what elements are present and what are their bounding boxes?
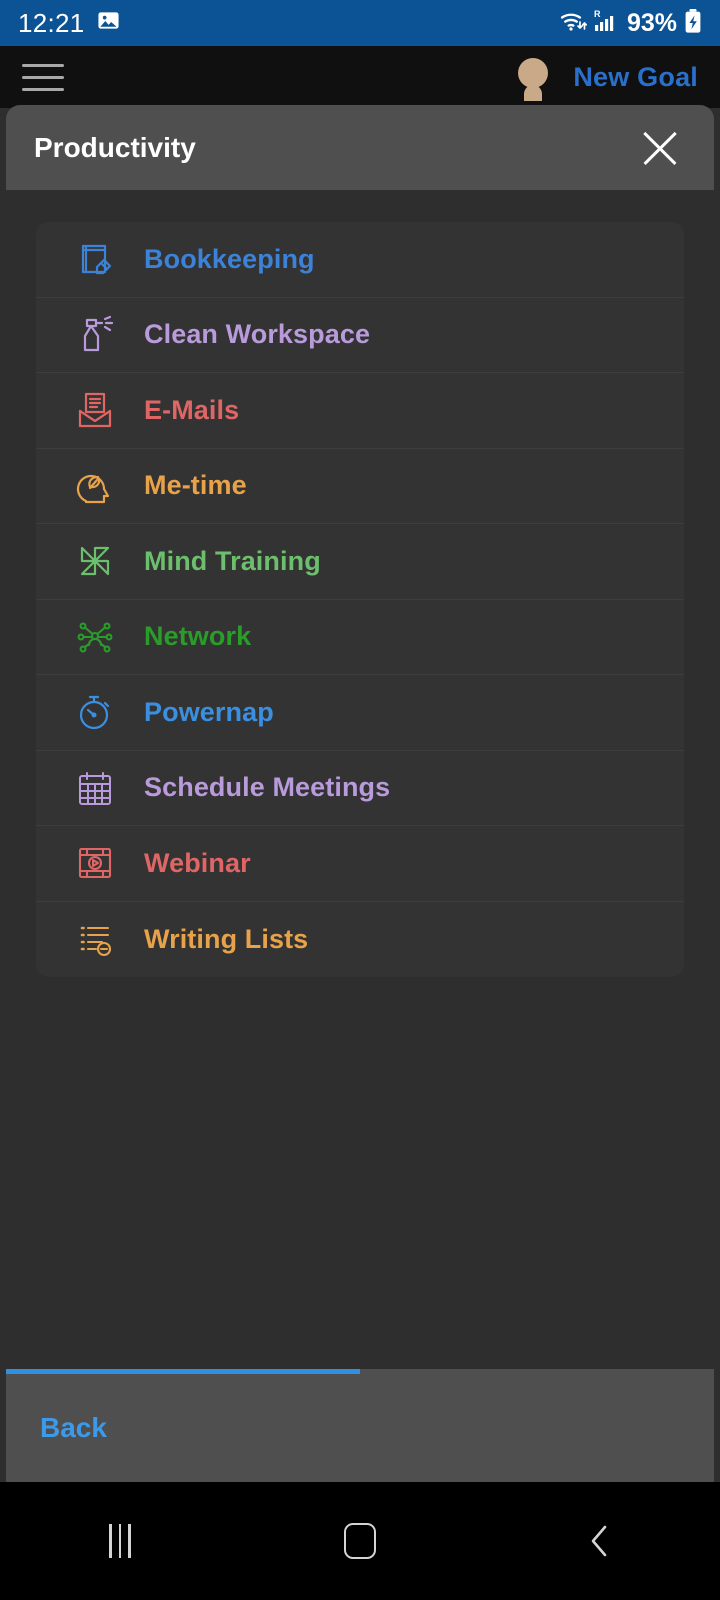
list-item-label: E-Mails [144,394,240,425]
pinwheel-icon [68,534,122,588]
back-icon[interactable] [480,1523,720,1559]
hamburger-line [22,75,64,79]
notebook-pencil-icon [68,232,122,286]
status-bar-left: 12:21 [18,8,120,39]
sheet-header: Productivity [6,105,714,190]
list-item[interactable]: Mind Training [36,524,684,600]
hamburger-line [22,87,64,91]
battery-charging-icon [684,8,702,39]
productivity-sheet: Productivity Bookkeeping Clean Workspace… [6,105,714,1482]
list-item-label: Mind Training [144,545,321,576]
list-item-label: Webinar [144,847,251,878]
stopwatch-icon [68,685,122,739]
user-avatar-icon[interactable] [511,53,555,101]
list-item[interactable]: Me-time [36,449,684,524]
battery-percent-label: 93% [626,8,677,37]
close-icon[interactable] [634,122,686,174]
envelope-letter-icon [68,383,122,437]
back-button[interactable]: Back [40,1412,107,1444]
status-bar: 12:21 R 93% [0,0,720,46]
recents-icon[interactable] [0,1524,240,1558]
sheet-footer: Back [6,1374,714,1482]
android-nav-bar [0,1482,720,1600]
recents-glyph [109,1524,131,1558]
list-item[interactable]: E-Mails [36,373,684,449]
calendar-icon [68,761,122,815]
writing-list-icon [68,912,122,966]
recents-line [118,1524,122,1558]
home-icon[interactable] [240,1523,480,1559]
spray-bottle-icon [68,308,122,362]
wifi-icon [559,8,588,39]
list-item-label: Writing Lists [144,923,309,954]
network-nodes-icon [68,610,122,664]
hamburger-menu-icon[interactable] [22,63,64,91]
status-clock: 12:21 [18,7,85,38]
recents-line [128,1524,131,1558]
page-title: Productivity [34,131,196,163]
goal-list: Bookkeeping Clean Workspace E-Mails Me-t… [36,222,684,977]
svg-text:R: R [594,9,601,19]
list-item-label: Network [144,621,252,652]
recents-line [109,1524,112,1558]
list-item[interactable]: Webinar [36,826,684,902]
list-item[interactable]: Powernap [36,675,684,751]
list-item-label: Schedule Meetings [144,772,391,803]
list-item-label: Powernap [144,696,274,727]
home-glyph [344,1523,376,1559]
list-item[interactable]: Bookkeeping [36,222,684,298]
new-goal-button[interactable]: New Goal [573,62,698,93]
status-bar-right: R 93% [559,8,702,39]
list-item[interactable]: Schedule Meetings [36,751,684,826]
hamburger-line [22,63,64,67]
image-icon [97,9,120,37]
video-player-icon [68,836,122,890]
list-item[interactable]: Clean Workspace [36,298,684,373]
head-leaf-icon [68,459,122,513]
progress-bar-fill [6,1369,360,1374]
back-glyph [591,1525,607,1557]
roaming-signal-icon: R [594,8,620,39]
list-item[interactable]: Writing Lists [36,902,684,978]
list-item-label: Clean Workspace [144,319,371,350]
list-item-label: Me-time [144,470,247,501]
list-item[interactable]: Network [36,600,684,675]
progress-bar [6,1369,714,1374]
list-item-label: Bookkeeping [144,243,315,274]
sheet-body: Bookkeeping Clean Workspace E-Mails Me-t… [6,190,714,1374]
app-header-right: New Goal [511,53,698,101]
app-header: New Goal [0,46,720,108]
